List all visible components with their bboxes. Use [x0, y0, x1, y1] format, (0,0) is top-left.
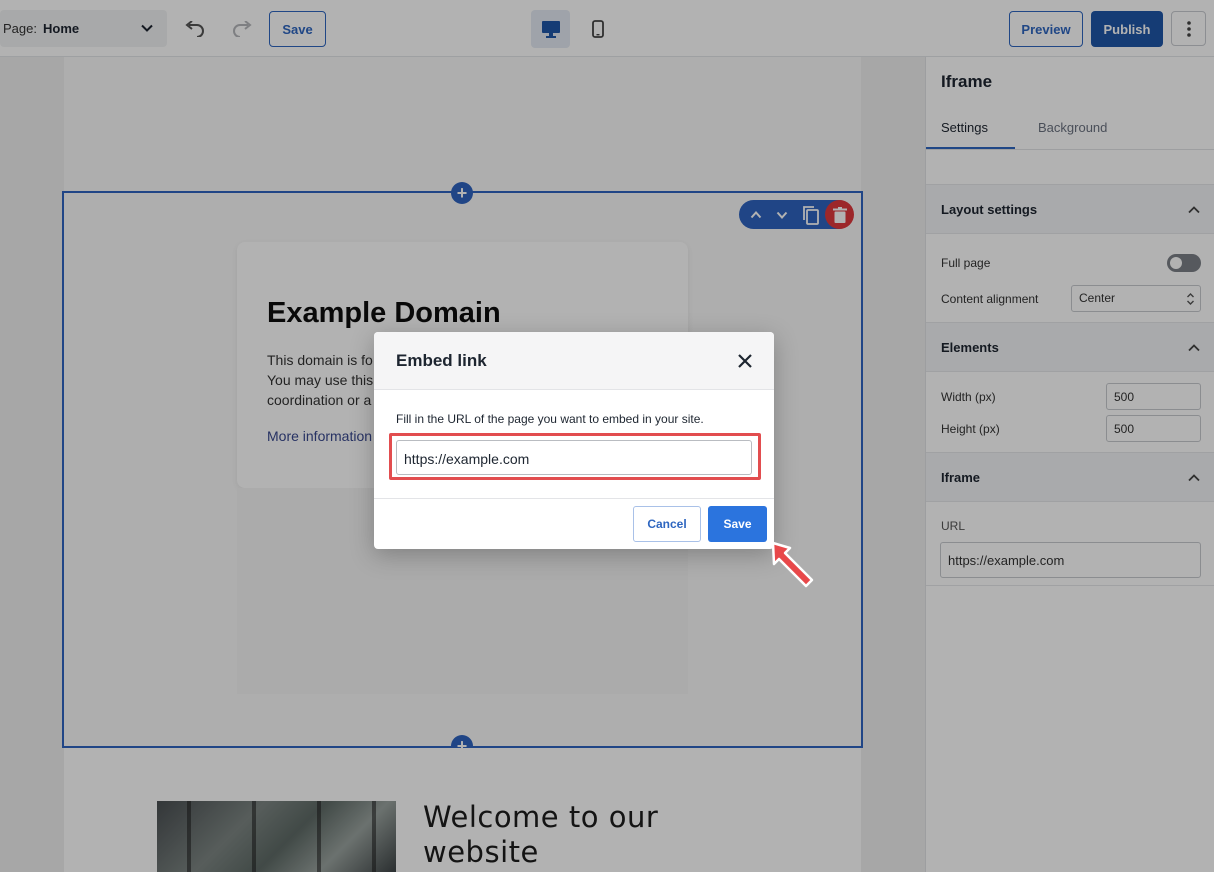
- close-icon[interactable]: [736, 352, 754, 370]
- dialog-description: Fill in the URL of the page you want to …: [396, 412, 704, 426]
- dialog-save-button[interactable]: Save: [708, 506, 767, 542]
- embed-link-dialog: Embed link Fill in the URL of the page y…: [374, 332, 774, 549]
- dialog-footer-divider: [374, 498, 774, 499]
- embed-url-input[interactable]: https://example.com: [396, 440, 752, 475]
- dialog-header: Embed link: [374, 332, 774, 390]
- cancel-button[interactable]: Cancel: [633, 506, 701, 542]
- pointer-arrow-icon: [771, 541, 814, 588]
- dialog-title: Embed link: [396, 351, 487, 370]
